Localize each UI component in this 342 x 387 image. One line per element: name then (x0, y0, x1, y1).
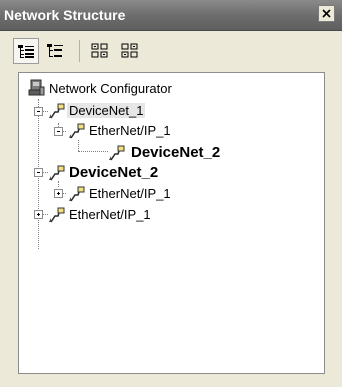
device-grid-button[interactable] (87, 38, 113, 64)
tree-collapse-all-icon (47, 44, 63, 57)
tree-node-ethernet-ip-1-collapsed[interactable]: EtherNet/IP_1 (19, 184, 319, 204)
expand-all-button[interactable] (13, 38, 39, 64)
device-grid-alt-button[interactable] (117, 38, 143, 64)
close-icon (322, 9, 331, 18)
collapse-toggle[interactable] (34, 107, 43, 116)
minus-icon (57, 131, 60, 132)
tree-node-label: DeviceNet_2 (131, 144, 221, 161)
network-plug-icon (109, 145, 125, 161)
tree-node-ethernet-ip-1-top[interactable]: EtherNet/IP_1 (19, 205, 319, 225)
tree-node-label: EtherNet/IP_1 (89, 123, 171, 138)
tree-expand-all-icon (18, 45, 34, 58)
network-configurator-icon (28, 79, 45, 96)
device-grid-icon (91, 43, 108, 58)
device-grid-alt-icon (121, 43, 138, 58)
network-plug-icon (49, 103, 65, 119)
network-plug-icon (69, 186, 85, 202)
toolbar-separator (79, 40, 80, 62)
toolbar (13, 38, 333, 66)
tree-node-devicenet-2-child[interactable]: DeviceNet_2 (19, 143, 319, 163)
network-tree[interactable]: Network Configurator DeviceNet_1 EtherNe… (18, 72, 325, 374)
expand-toggle[interactable] (34, 210, 43, 219)
network-structure-panel: Network Structure Network Configurator D… (0, 0, 342, 387)
plus-icon (57, 192, 60, 195)
tree-node-label: EtherNet/IP_1 (89, 186, 171, 201)
tree-node-label: DeviceNet_1 (67, 103, 146, 118)
network-plug-icon (69, 123, 85, 139)
tree-node-label: Network Configurator (49, 81, 172, 96)
network-plug-icon (49, 165, 65, 181)
expand-toggle[interactable] (54, 189, 63, 198)
collapse-toggle[interactable] (54, 127, 63, 136)
tree-node-label: EtherNet/IP_1 (69, 207, 151, 222)
minus-icon (37, 172, 40, 173)
tree-node-devicenet-2[interactable]: DeviceNet_2 (19, 163, 319, 183)
title-bar: Network Structure (0, 0, 342, 31)
collapse-toggle[interactable] (34, 168, 43, 177)
tree-root-network-configurator[interactable]: Network Configurator (19, 79, 319, 99)
network-plug-icon (49, 207, 65, 223)
panel-title: Network Structure (4, 7, 126, 23)
collapse-all-button[interactable] (43, 38, 69, 64)
tree-node-label: DeviceNet_2 (69, 164, 159, 181)
tree-node-ethernet-ip-1[interactable]: EtherNet/IP_1 (19, 121, 319, 141)
plus-icon (37, 213, 40, 216)
close-button[interactable] (318, 5, 335, 22)
minus-icon (37, 111, 40, 112)
tree-node-devicenet-1[interactable]: DeviceNet_1 (19, 101, 319, 121)
